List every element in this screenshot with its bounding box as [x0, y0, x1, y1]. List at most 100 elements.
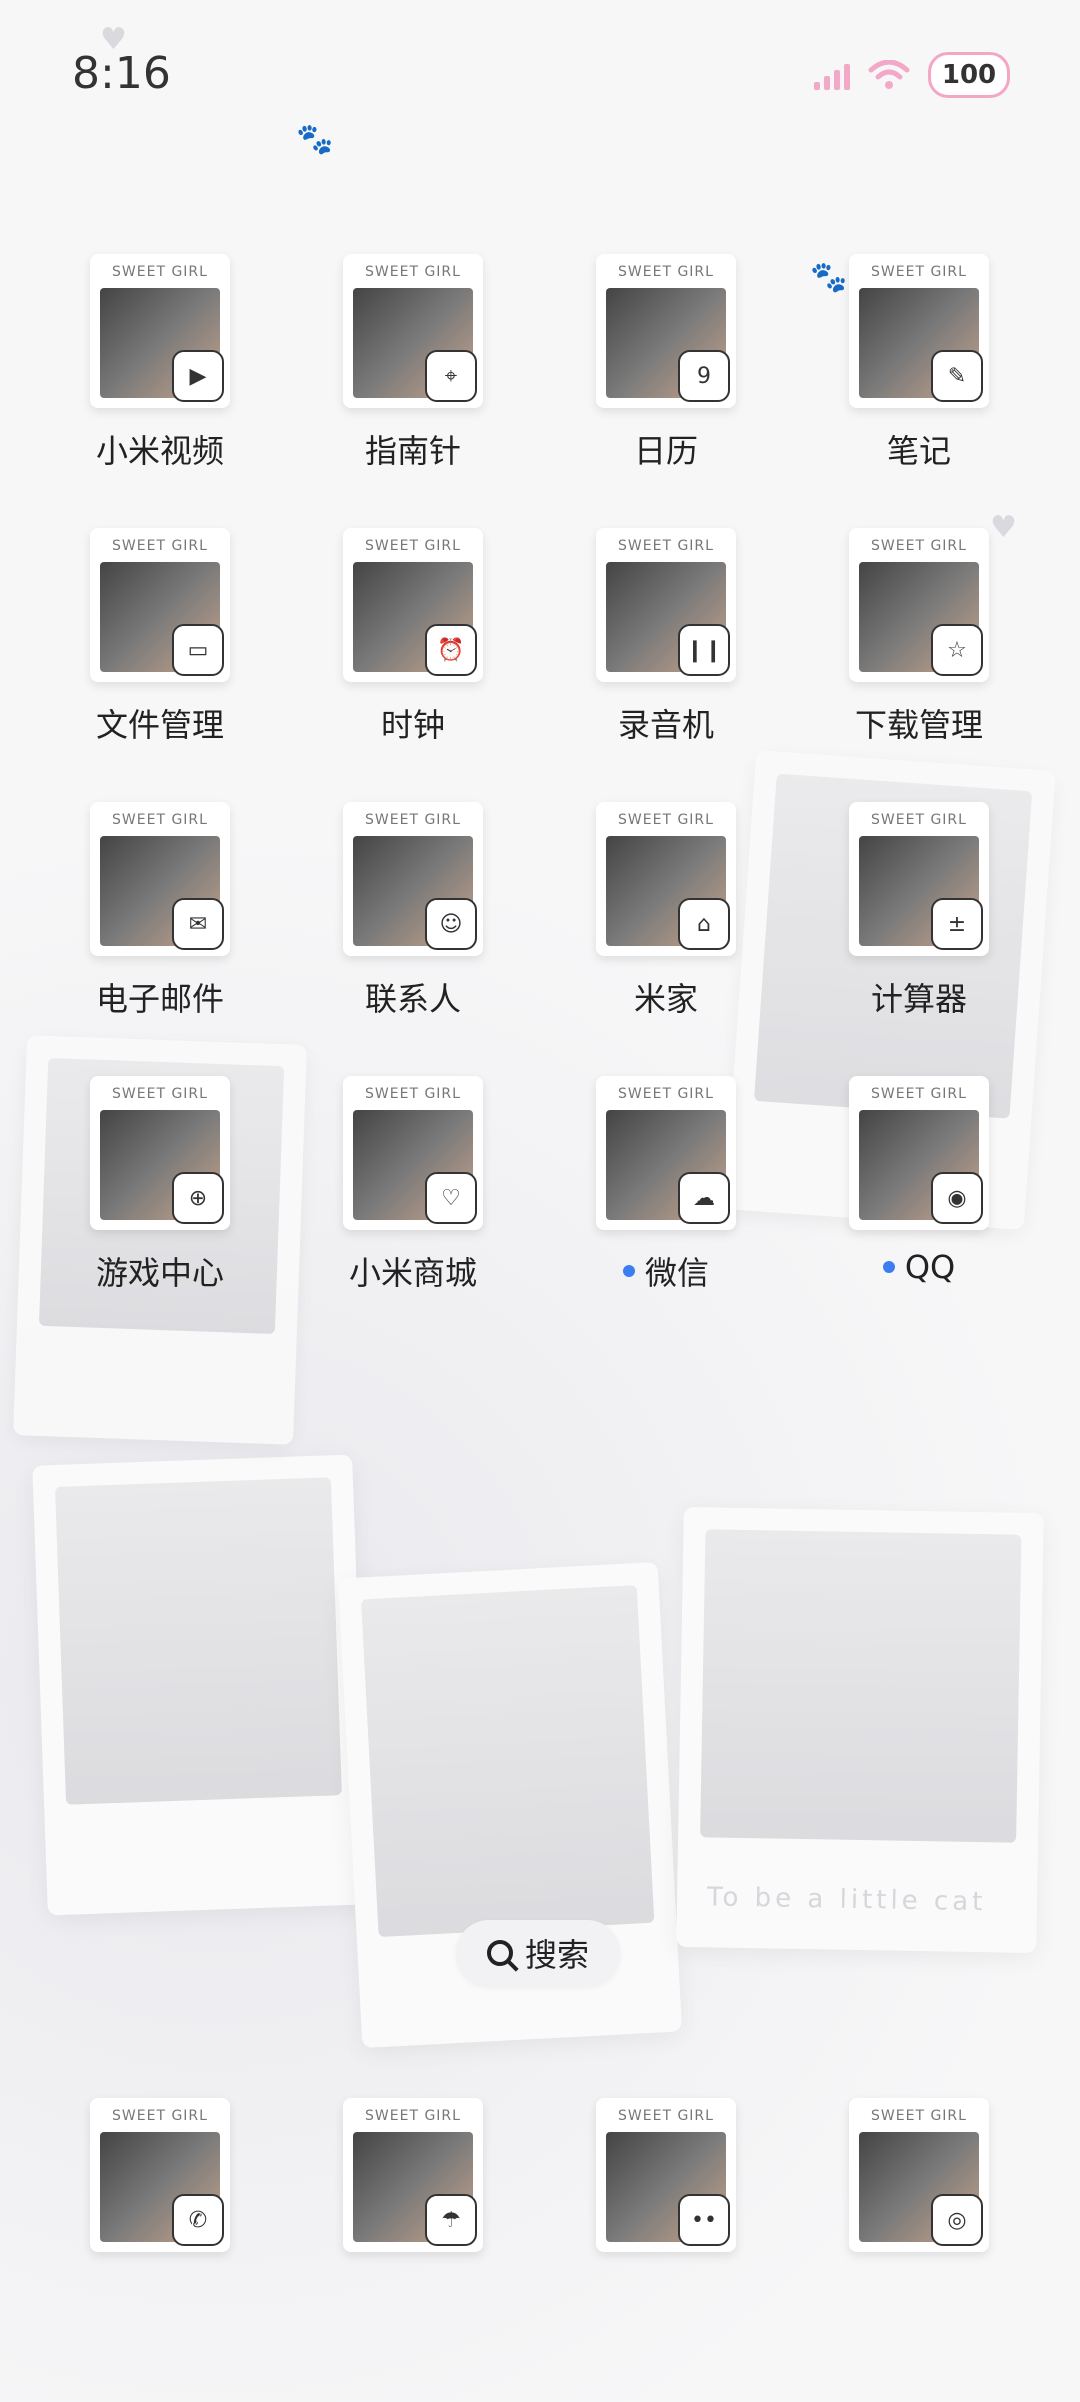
app-label: 文件管理 [95, 706, 224, 744]
app-label: 计算器 [870, 980, 967, 1018]
app-game-center[interactable]: SWEET GIRL ⊕ 游戏中心 [50, 1076, 270, 1294]
icon-tag: SWEET GIRL [365, 538, 461, 554]
app-icon[interactable]: SWEET GIRL ☁ [596, 1076, 736, 1230]
app-label: 微信 [644, 1254, 709, 1292]
app-notes[interactable]: SWEET GIRL ✎ 笔记 [809, 254, 1029, 472]
app-icon[interactable]: SWEET GIRL ⊕ [90, 1076, 230, 1230]
mijia-icon: ⌂ [678, 898, 730, 950]
app-calendar[interactable]: SWEET GIRL 9 日历 [556, 254, 776, 472]
note-icon: ✎ [931, 350, 983, 402]
app-icon[interactable]: SWEET GIRL ⏰ [343, 528, 483, 682]
icon-tag: SWEET GIRL [112, 2108, 208, 2124]
phone-icon: ✆ [172, 2194, 224, 2246]
app-recorder[interactable]: SWEET GIRL ❙❙ 录音机 [556, 528, 776, 746]
qq-icon: ◉ [931, 1172, 983, 1224]
dock-app-phone[interactable]: SWEET GIRL ✆ [50, 2098, 270, 2252]
dock-app-messages[interactable]: SWEET GIRL •• [556, 2098, 776, 2252]
app-icon[interactable]: SWEET GIRL ❙❙ [596, 528, 736, 682]
video-icon: ▶ [172, 350, 224, 402]
contacts-icon: ☺ [425, 898, 477, 950]
icon-tag: SWEET GIRL [618, 2108, 714, 2124]
app-icon[interactable]: SWEET GIRL ✎ [849, 254, 989, 408]
app-download-manager[interactable]: SWEET GIRL ☆ 下载管理 [809, 528, 1029, 746]
status-bar: 8:16 100 [0, 0, 1080, 150]
search-icon [486, 1940, 513, 1966]
shopping-bag-icon: ♡ [425, 1172, 477, 1224]
app-label: 时钟 [380, 706, 445, 744]
app-wechat[interactable]: SWEET GIRL ☁ 微信 [556, 1076, 776, 1294]
app-label: 米家 [633, 980, 698, 1018]
camera-icon: ◎ [931, 2194, 983, 2246]
app-icon[interactable]: SWEET GIRL •• [596, 2098, 736, 2252]
app-email[interactable]: SWEET GIRL ✉ 电子邮件 [50, 802, 270, 1020]
app-icon[interactable]: SWEET GIRL ± [849, 802, 989, 956]
app-icon[interactable]: SWEET GIRL ♡ [343, 1076, 483, 1230]
app-icon[interactable]: SWEET GIRL ◎ [849, 2098, 989, 2252]
messages-icon: •• [678, 2194, 730, 2246]
icon-tag: SWEET GIRL [112, 1086, 208, 1102]
app-clock[interactable]: SWEET GIRL ⏰ 时钟 [303, 528, 523, 746]
icon-tag: SWEET GIRL [365, 1086, 461, 1102]
app-icon[interactable]: SWEET GIRL ◉ [849, 1076, 989, 1230]
app-icon[interactable]: SWEET GIRL ▭ [90, 528, 230, 682]
status-time: 8:16 [72, 48, 171, 99]
search-button[interactable]: 搜索 [456, 1920, 620, 1986]
wallpaper-photo [54, 1477, 342, 1805]
app-contacts[interactable]: SWEET GIRL ☺ 联系人 [303, 802, 523, 1020]
app-label: 小米视频 [95, 432, 224, 470]
icon-tag: SWEET GIRL [112, 812, 208, 828]
app-icon[interactable]: SWEET GIRL ⌖ [343, 254, 483, 408]
icon-tag: SWEET GIRL [618, 264, 714, 280]
wallpaper-photo [700, 1529, 1022, 1843]
dock: SWEET GIRL ✆ SWEET GIRL ☂ SWEET GIRL •• … [0, 2098, 1080, 2258]
battery-indicator: 100 [928, 52, 1010, 98]
icon-tag: SWEET GIRL [871, 2108, 967, 2124]
download-icon: ☆ [931, 624, 983, 676]
app-icon[interactable]: SWEET GIRL ☂ [343, 2098, 483, 2252]
app-label: 笔记 [886, 432, 951, 470]
app-label: 录音机 [617, 706, 714, 744]
app-icon[interactable]: SWEET GIRL ☆ [849, 528, 989, 682]
app-label: 指南针 [364, 432, 461, 470]
app-icon[interactable]: SWEET GIRL ▶ [90, 254, 230, 408]
app-icon[interactable]: SWEET GIRL ⌂ [596, 802, 736, 956]
app-label: 游戏中心 [95, 1254, 224, 1292]
icon-tag: SWEET GIRL [871, 1086, 967, 1102]
app-label: 小米商城 [348, 1254, 477, 1292]
app-label: 电子邮件 [95, 980, 224, 1018]
dock-app-camera[interactable]: SWEET GIRL ◎ [809, 2098, 1029, 2252]
icon-tag: SWEET GIRL [618, 538, 714, 554]
app-row: SWEET GIRL ⊕ 游戏中心 SWEET GIRL ♡ 小米商城 SWEE… [0, 1076, 1080, 1316]
wifi-icon [868, 60, 910, 89]
dock-app-weather[interactable]: SWEET GIRL ☂ [303, 2098, 523, 2252]
calculator-icon: ± [931, 898, 983, 950]
mail-icon: ✉ [172, 898, 224, 950]
app-icon[interactable]: SWEET GIRL ✉ [90, 802, 230, 956]
new-update-dot [882, 1261, 895, 1273]
app-icon[interactable]: SWEET GIRL ✆ [90, 2098, 230, 2252]
app-row: SWEET GIRL ✉ 电子邮件 SWEET GIRL ☺ 联系人 SWEET… [0, 802, 1080, 1042]
app-qq[interactable]: SWEET GIRL ◉ QQ [809, 1076, 1029, 1286]
icon-tag: SWEET GIRL [871, 812, 967, 828]
app-xiaomi-mall[interactable]: SWEET GIRL ♡ 小米商城 [303, 1076, 523, 1294]
app-calculator[interactable]: SWEET GIRL ± 计算器 [809, 802, 1029, 1020]
app-mijia[interactable]: SWEET GIRL ⌂ 米家 [556, 802, 776, 1020]
app-label: 联系人 [364, 980, 461, 1018]
wechat-icon: ☁ [678, 1172, 730, 1224]
wallpaper-caption: To be a little cat [706, 1882, 987, 1918]
app-row: SWEET GIRL ▭ 文件管理 SWEET GIRL ⏰ 时钟 SWEET … [0, 528, 1080, 768]
recorder-icon: ❙❙ [678, 624, 730, 676]
icon-tag: SWEET GIRL [365, 264, 461, 280]
app-row: SWEET GIRL ▶ 小米视频 SWEET GIRL ⌖ 指南针 SWEET… [0, 254, 1080, 494]
app-file-manager[interactable]: SWEET GIRL ▭ 文件管理 [50, 528, 270, 746]
app-compass[interactable]: SWEET GIRL ⌖ 指南针 [303, 254, 523, 472]
icon-tag: SWEET GIRL [365, 2108, 461, 2124]
icon-tag: SWEET GIRL [365, 812, 461, 828]
alarm-clock-icon: ⏰ [425, 624, 477, 676]
icon-tag: SWEET GIRL [112, 264, 208, 280]
app-icon[interactable]: SWEET GIRL ☺ [343, 802, 483, 956]
app-icon[interactable]: SWEET GIRL 9 [596, 254, 736, 408]
app-xiaomi-video[interactable]: SWEET GIRL ▶ 小米视频 [50, 254, 270, 472]
folder-icon: ▭ [172, 624, 224, 676]
signal-strength-icon [814, 60, 850, 90]
